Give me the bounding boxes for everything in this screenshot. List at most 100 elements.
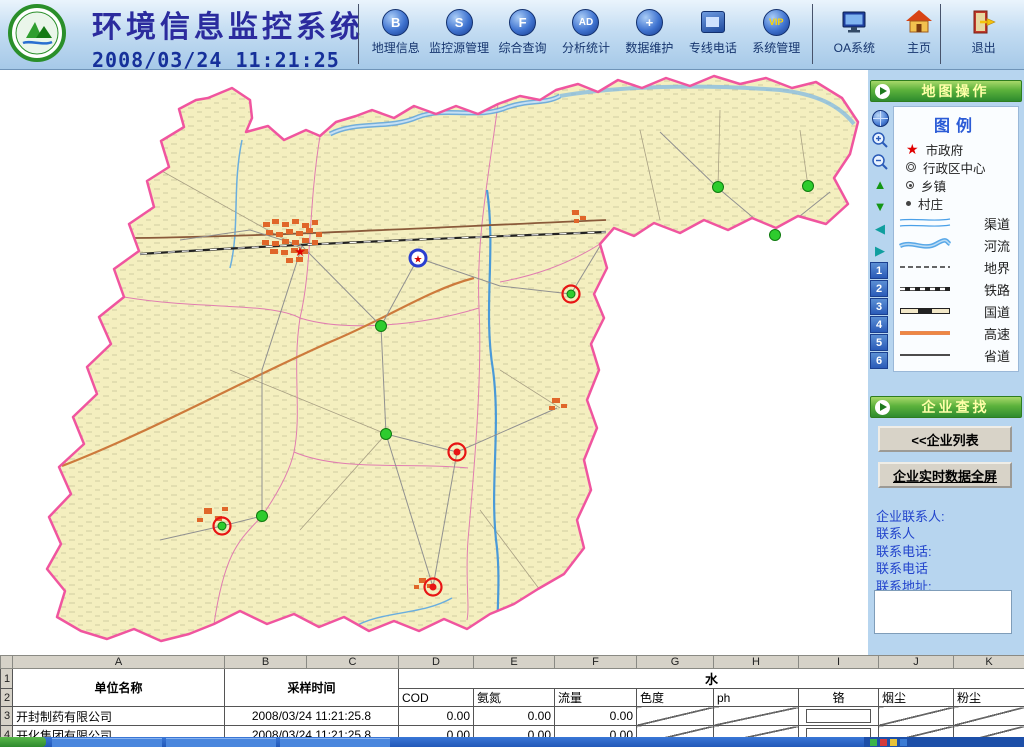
- name-header: 单位名称: [13, 669, 225, 707]
- nav-label: OA系统: [834, 39, 875, 56]
- system-tray: [864, 737, 1024, 747]
- time-header: 采样时间: [225, 669, 399, 707]
- arrow-left-icon[interactable]: ◀: [870, 218, 890, 238]
- nav-oa-system[interactable]: OA系统: [822, 5, 886, 56]
- double-circle-icon: [906, 162, 916, 172]
- start-button[interactable]: [0, 737, 46, 747]
- region-map[interactable]: ★: [0, 70, 868, 655]
- taskbar-window-button[interactable]: [166, 738, 276, 747]
- nav-exit[interactable]: 退出: [952, 5, 1016, 56]
- provincial-road-icon: [898, 348, 952, 362]
- nav-query[interactable]: F 综合查询: [491, 5, 554, 56]
- legend-label: 市政府: [926, 140, 964, 159]
- panel-title: 地图操作: [890, 81, 1021, 101]
- monitor-point-green[interactable]: [713, 182, 724, 193]
- zoom-level-2[interactable]: 2: [870, 280, 888, 297]
- legend-item: 铁路: [894, 278, 1018, 300]
- panel-title: 企业查找: [890, 397, 1021, 417]
- monitor-point-green[interactable]: [770, 230, 781, 241]
- zoom-level-5[interactable]: 5: [870, 334, 888, 351]
- nav-data-maintain[interactable]: + 数据维护: [618, 5, 681, 56]
- legend-item: 村庄: [894, 194, 1018, 212]
- enterprise-list-button[interactable]: <<企业列表: [878, 426, 1012, 452]
- query-ball-icon: F: [509, 5, 536, 39]
- monitor-point-green[interactable]: [381, 429, 392, 440]
- map-operations-header[interactable]: 地图操作: [870, 80, 1022, 102]
- tray-icon[interactable]: [880, 739, 887, 746]
- zoom-in-icon[interactable]: [870, 130, 890, 150]
- table-row[interactable]: 3 开封制药有限公司 2008/03/24 11:21:25.8 0.00 0.…: [1, 707, 1024, 726]
- nav-label: 数据维护: [625, 39, 673, 56]
- address-input[interactable]: [874, 590, 1012, 634]
- nav-home[interactable]: 主页: [887, 5, 951, 56]
- tray-icon[interactable]: [870, 739, 877, 746]
- enterprise-search-header[interactable]: 企业查找: [870, 396, 1022, 418]
- legend-item: 省道: [894, 344, 1018, 366]
- enterprise-fullscreen-button[interactable]: 企业实时数据全屏: [878, 462, 1012, 488]
- legend-label: 地界: [984, 258, 1010, 277]
- play-icon: [875, 400, 890, 415]
- phone-link[interactable]: 联系电话: [876, 558, 928, 577]
- nav-label: 系统管理: [752, 39, 800, 56]
- monitor-point-green[interactable]: [376, 321, 387, 332]
- nav-geo-info[interactable]: B 地理信息: [364, 5, 427, 56]
- legend-item: 行政区中心: [894, 158, 1018, 176]
- monitor-point-green[interactable]: [803, 181, 814, 192]
- sidebar: 地图操作 ▲ ▼ ◀ ▶ 1 2 3 4 5 6 图例 ★ 市政府 行政区中心: [868, 70, 1024, 655]
- realtime-data-table[interactable]: AB CD EF GH IJ K 1 单位名称 采样时间 水 2 COD 氨氮 …: [0, 655, 1024, 745]
- contact-link[interactable]: 联系人: [876, 523, 915, 542]
- globe-icon[interactable]: [870, 108, 890, 128]
- dashed-boundary-icon: [898, 260, 952, 274]
- enterprise-name-cell: 开封制药有限公司: [13, 707, 225, 726]
- taskbar-window-button[interactable]: [280, 738, 390, 747]
- home-icon: [904, 5, 934, 39]
- legend-label: 省道: [984, 346, 1010, 365]
- tray-icon[interactable]: [890, 739, 897, 746]
- value-input-box[interactable]: [806, 709, 871, 723]
- sample-time-cell: 2008/03/24 11:21:25.8: [225, 707, 399, 726]
- exit-door-icon: [969, 5, 999, 39]
- legend-label: 河流: [984, 236, 1010, 255]
- column-letters-row: AB CD EF GH IJ K: [1, 656, 1024, 669]
- legend-item: 地界: [894, 256, 1018, 278]
- legend-label: 高速: [984, 324, 1010, 343]
- taskbar-window-button[interactable]: [52, 738, 162, 747]
- flow-value-cell: 0.00: [555, 707, 637, 726]
- arrow-down-icon[interactable]: ▼: [870, 196, 890, 216]
- nav-system-mgmt[interactable]: VIP 系统管理: [745, 5, 808, 56]
- city-gov-marker[interactable]: ★: [410, 250, 426, 266]
- legend-title: 图例: [894, 110, 1018, 140]
- arrow-up-icon[interactable]: ▲: [870, 174, 890, 194]
- nav-label: 分析统计: [562, 39, 610, 56]
- nav-label: 监控源管理: [429, 39, 489, 56]
- legend-item: 河流: [894, 234, 1018, 256]
- chromium-cell: [799, 707, 879, 726]
- legend-item: 高速: [894, 322, 1018, 344]
- legend-label: 国道: [984, 302, 1010, 321]
- divider: [358, 4, 359, 64]
- legend-item: 国道: [894, 300, 1018, 322]
- svg-text:★: ★: [414, 255, 423, 266]
- legend-item: ★ 市政府: [894, 140, 1018, 158]
- zoom-out-icon[interactable]: [870, 152, 890, 172]
- nav-stats[interactable]: AD 分析统计: [554, 5, 617, 56]
- nh3-value-cell: 0.00: [474, 707, 555, 726]
- zoom-level-6[interactable]: 6: [870, 352, 888, 369]
- zoom-level-1[interactable]: 1: [870, 262, 888, 279]
- nav-label: 地理信息: [372, 39, 420, 56]
- river-band-icon: [898, 238, 952, 252]
- nav-hotline[interactable]: 专线电话: [681, 5, 744, 56]
- city-gov-star-icon: ★: [294, 244, 306, 259]
- map-area[interactable]: ★: [0, 70, 868, 655]
- zoom-level-3[interactable]: 3: [870, 298, 888, 315]
- legend-label: 乡镇: [921, 176, 946, 195]
- nav-source-mgmt[interactable]: S 监控源管理: [427, 5, 490, 56]
- datetime-display: 2008/03/24 11:21:25: [92, 48, 364, 72]
- legend-label: 渠道: [984, 214, 1010, 233]
- railway-line-icon: [898, 282, 952, 296]
- tray-icon[interactable]: [900, 739, 907, 746]
- nav-label: 专线电话: [689, 39, 737, 56]
- monitor-point-green[interactable]: [257, 511, 268, 522]
- arrow-right-icon[interactable]: ▶: [870, 240, 890, 260]
- zoom-level-4[interactable]: 4: [870, 316, 888, 333]
